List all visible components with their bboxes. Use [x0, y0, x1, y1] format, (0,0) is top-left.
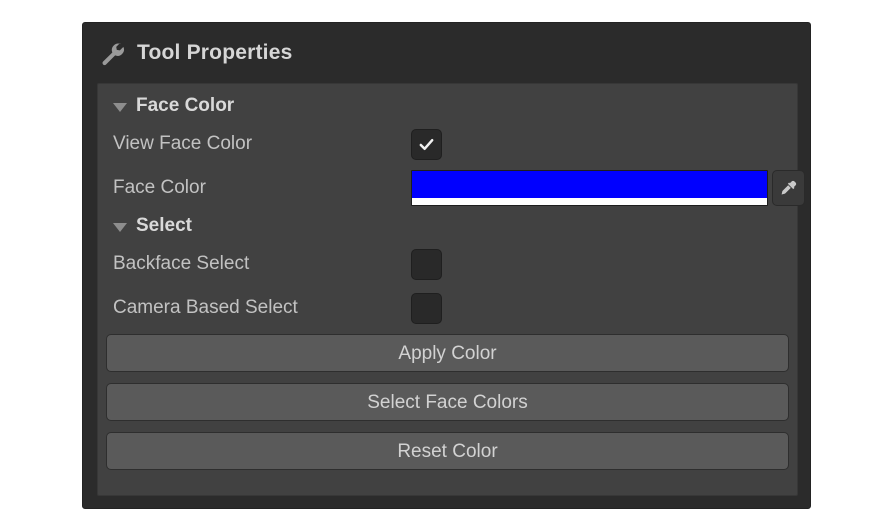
row-backface-select: Backface Select — [106, 242, 789, 286]
triangle-down-icon — [113, 102, 127, 112]
alpha-bar — [412, 198, 767, 205]
tool-properties-window: Tool Properties Face Color View Face Col… — [0, 0, 890, 524]
section-header-select[interactable]: Select — [106, 210, 789, 242]
color-swatch[interactable] — [411, 170, 768, 206]
section-header-face-color[interactable]: Face Color — [106, 90, 789, 122]
row-label: Backface Select — [113, 253, 250, 274]
section-title: Face Color — [136, 95, 235, 116]
row-face-color: Face Color — [106, 166, 805, 210]
row-label: View Face Color — [113, 133, 253, 154]
row-label: Face Color — [113, 177, 206, 198]
checkbox-camera-based-select[interactable] — [411, 292, 442, 324]
row-view-face-color: View Face Color — [106, 122, 789, 166]
row-camera-based-select: Camera Based Select — [106, 286, 789, 330]
panel-title: Tool Properties — [137, 41, 293, 64]
panel-header: Tool Properties — [83, 23, 810, 83]
row-control — [411, 128, 789, 160]
select-face-colors-button[interactable]: Select Face Colors — [106, 383, 789, 421]
tool-properties-panel: Tool Properties Face Color View Face Col… — [82, 22, 811, 509]
apply-color-button[interactable]: Apply Color — [106, 334, 789, 372]
section-title: Select — [136, 215, 192, 236]
eyedropper-button[interactable] — [772, 170, 805, 206]
row-control — [411, 292, 789, 324]
row-label: Camera Based Select — [113, 297, 298, 318]
color-field-face-color — [411, 170, 805, 206]
panel-content: Face Color View Face Color Face Color Se… — [97, 83, 805, 496]
row-control — [411, 170, 805, 206]
checkbox-backface-select[interactable] — [411, 248, 442, 280]
row-control — [411, 248, 789, 280]
action-button-stack: Apply Color Select Face Colors Reset Col… — [106, 330, 789, 470]
triangle-down-icon — [113, 222, 127, 232]
wrench-icon — [99, 40, 125, 66]
reset-color-button[interactable]: Reset Color — [106, 432, 789, 470]
checkbox-view-face-color[interactable] — [411, 128, 442, 160]
